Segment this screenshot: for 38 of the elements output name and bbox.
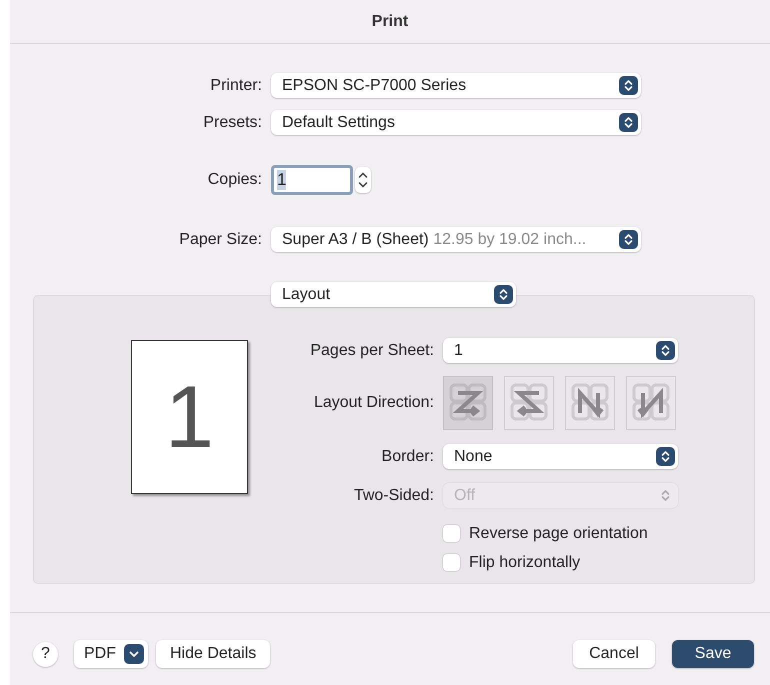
field-label: Printer: [210, 76, 262, 94]
section-dropdown[interactable]: Layout [271, 282, 516, 307]
printer-dropdown[interactable]: EPSON SC-P7000 Series [271, 73, 641, 98]
copies-field[interactable]: 1 [271, 165, 353, 195]
layout-direction-button[interactable] [565, 376, 615, 430]
field-label: Pages per Sheet: [310, 342, 434, 360]
paper-size-dropdown[interactable]: Super A3 / B (Sheet) 12.95 by 19.02 inch... [271, 227, 641, 252]
field-label: Presets: [203, 114, 262, 132]
save-button[interactable]: Save [672, 640, 754, 668]
up-down-chevron-icon [498, 288, 509, 301]
checkbox-label: Reverse page orientation [469, 524, 648, 542]
chevron-down-icon [129, 650, 139, 658]
field-label: Border: [382, 448, 434, 466]
page-number: 1 [165, 366, 214, 468]
checkbox[interactable] [443, 525, 460, 542]
field-label: Layout Direction: [314, 394, 434, 412]
field-label: Copies: [208, 171, 262, 189]
checkbox[interactable] [443, 554, 460, 571]
checkbox-label: Flip horizontally [469, 554, 580, 572]
up-down-chevron-icon [623, 116, 634, 129]
layout-direction-button[interactable] [626, 376, 676, 430]
layout-direction-button[interactable] [504, 376, 554, 430]
up-down-chevron-icon [660, 450, 671, 463]
presets-dropdown[interactable]: Default Settings [271, 110, 641, 135]
pages-per-sheet-dropdown[interactable]: 1 [443, 338, 678, 363]
hide-details-button[interactable]: Hide Details [156, 640, 270, 668]
layout-direction-button[interactable] [443, 376, 493, 430]
field-label: Paper Size: [179, 230, 262, 248]
field-label: Two-Sided: [354, 486, 434, 504]
border-dropdown[interactable]: None [443, 444, 678, 469]
window-title: Print [10, 0, 770, 44]
up-down-chevron-icon [660, 489, 671, 502]
pdf-button[interactable]: PDF [74, 640, 148, 668]
up-down-chevron-icon [623, 233, 634, 246]
up-down-chevron-icon [660, 344, 671, 357]
up-down-chevron-icon [623, 79, 634, 92]
cancel-button[interactable]: Cancel [573, 640, 655, 668]
help-button[interactable]: ? [33, 642, 58, 666]
